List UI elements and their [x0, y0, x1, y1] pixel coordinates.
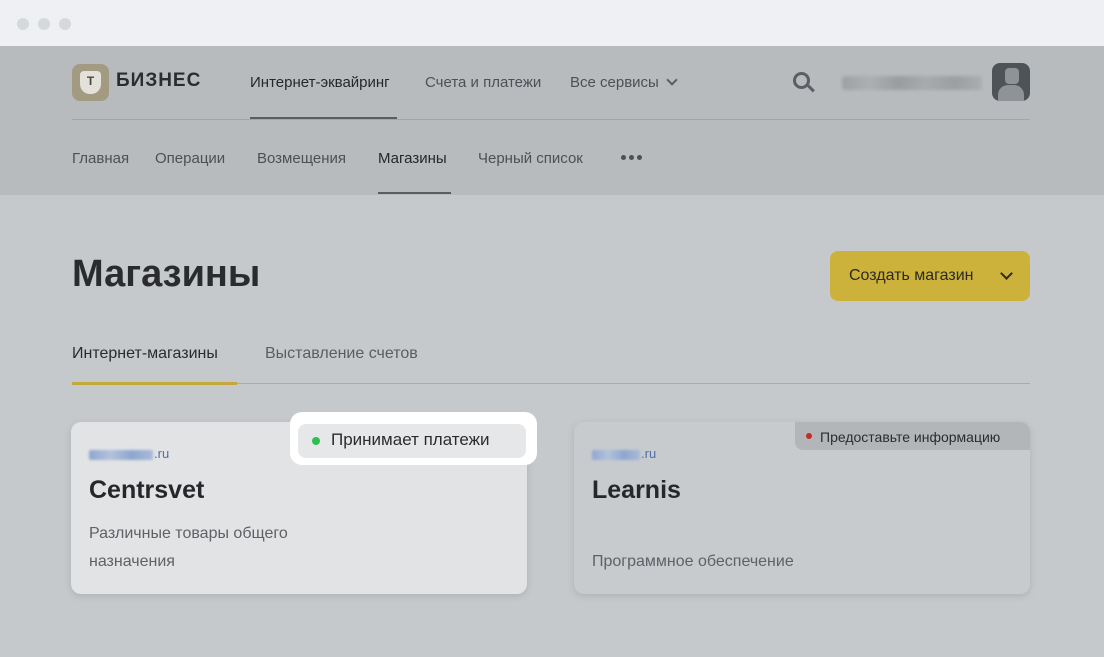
- logo-mark: Т: [86, 74, 95, 88]
- more-horizontal-icon[interactable]: [621, 155, 643, 161]
- window-maximize-control[interactable]: [59, 18, 71, 30]
- status-badge: Предоставьте информацию: [795, 422, 1030, 450]
- chevron-down-icon: [1000, 267, 1013, 280]
- window-minimize-control[interactable]: [38, 18, 50, 30]
- logo-text[interactable]: БИЗНЕС: [116, 70, 201, 92]
- app-header: [0, 46, 1104, 195]
- sub-nav-refunds[interactable]: Возмещения: [257, 150, 346, 167]
- status-dot-icon: [312, 437, 320, 445]
- shop-domain[interactable]: .ru: [592, 446, 656, 461]
- top-nav-accounts[interactable]: Счета и платежи: [425, 74, 541, 91]
- shop-name: Centrsvet: [89, 476, 205, 504]
- logo-icon[interactable]: Т: [72, 64, 109, 101]
- sub-nav-blacklist[interactable]: Черный список: [478, 150, 583, 167]
- tab-online-shops[interactable]: Интернет-магазины: [72, 345, 218, 363]
- domain-suffix: .ru: [641, 446, 657, 461]
- domain-suffix: .ru: [154, 446, 170, 461]
- tab-active-indicator: [72, 382, 237, 385]
- shop-domain[interactable]: .ru: [89, 446, 169, 461]
- shop-name: Learnis: [592, 476, 681, 504]
- status-badge: Принимает платежи: [298, 424, 526, 458]
- domain-redacted: [89, 449, 153, 460]
- user-name-redacted[interactable]: [842, 76, 982, 90]
- status-text: Предоставьте информацию: [820, 429, 1001, 445]
- shop-description: Программное обеспечение: [592, 553, 794, 570]
- sub-nav-shops[interactable]: Магазины: [378, 150, 447, 167]
- window-close-control[interactable]: [17, 18, 29, 30]
- domain-redacted: [592, 449, 640, 460]
- tab-invoicing[interactable]: Выставление счетов: [265, 345, 418, 363]
- avatar[interactable]: [992, 63, 1030, 101]
- create-shop-label: Создать магазин: [849, 267, 974, 284]
- top-nav-acquiring[interactable]: Интернет-эквайринг: [250, 74, 390, 91]
- shop-description: Различные товары общего назначения: [89, 525, 288, 570]
- window-titlebar: [0, 0, 1104, 46]
- sub-nav-active-indicator: [378, 192, 451, 194]
- sub-nav-operations[interactable]: Операции: [155, 150, 225, 167]
- sub-nav-home[interactable]: Главная: [72, 150, 129, 167]
- top-nav-all-services[interactable]: Все сервисы: [570, 74, 678, 91]
- all-services-label: Все сервисы: [570, 74, 659, 91]
- create-shop-button[interactable]: Создать магазин: [830, 251, 1030, 301]
- page-title: Магазины: [72, 253, 261, 295]
- header-divider: [72, 119, 1030, 120]
- status-text: Принимает платежи: [331, 430, 490, 449]
- search-icon[interactable]: [793, 72, 815, 94]
- chevron-down-icon: [666, 74, 678, 86]
- warning-dot-icon: [806, 433, 812, 439]
